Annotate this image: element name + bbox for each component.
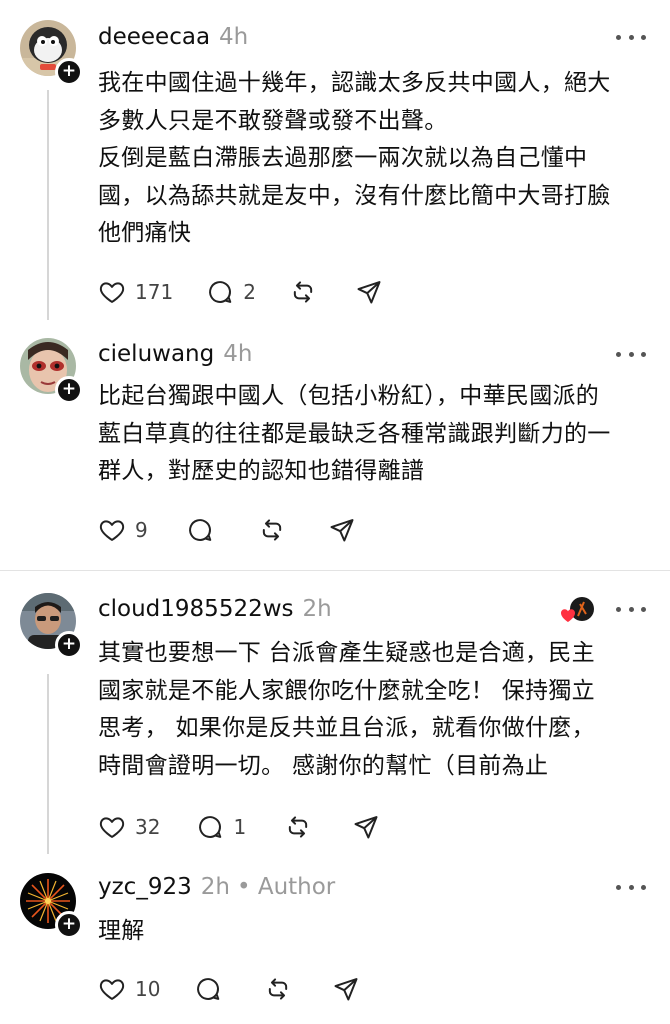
post-text: 比起台獨跟中國人（包括小粉紅），中華民國派的 藍白草真的往往都是最缺乏各種常識跟… [98, 383, 611, 484]
more-options-icon[interactable] [616, 27, 646, 47]
comment-icon [188, 519, 211, 541]
post-cieluwang: + cieluwang 4h 比起台獨跟中國人（包括小粉紅），中華民國派的 藍白… [0, 330, 670, 570]
action-bar: 9 [98, 513, 356, 547]
liked-by-author-badge [559, 595, 595, 625]
share-button[interactable] [355, 275, 383, 309]
follow-plus-icon[interactable]: + [55, 631, 83, 659]
post-header: yzc_923 2h • Author [98, 870, 335, 904]
repost-button[interactable] [289, 275, 317, 309]
reply-button[interactable] [194, 972, 222, 1006]
post-yzc_923: + yzc_923 2h • Author 理解 10 [0, 865, 670, 1024]
comment-icon [197, 978, 220, 1000]
reply-button[interactable]: 1 [196, 810, 246, 844]
like-button[interactable]: 9 [98, 513, 148, 547]
timestamp: 4h [223, 341, 253, 367]
heart-icon [99, 979, 125, 1000]
liked-by-author-heart-icon [561, 597, 594, 622]
like-count: 32 [135, 815, 161, 839]
post-text: 理解 [98, 918, 145, 944]
heart-icon [99, 817, 125, 838]
action-bar: 32 1 [98, 810, 380, 844]
username[interactable]: deeeecaa [98, 24, 210, 50]
send-icon [354, 816, 378, 839]
reply-button[interactable] [186, 513, 214, 547]
share-button[interactable] [352, 810, 380, 844]
like-button[interactable]: 32 [98, 810, 160, 844]
reply-count: 1 [233, 815, 247, 839]
more-options-icon[interactable] [616, 599, 646, 619]
heart-icon [99, 520, 125, 541]
post-text: 其實也要想一下 台派會產生疑惑也是合適，民主 國家就是不能人家餵你吃什麼就全吃！… [98, 640, 595, 779]
repost-button[interactable] [258, 513, 286, 547]
send-icon [334, 978, 358, 1001]
repost-icon [293, 281, 313, 303]
like-count: 171 [135, 280, 174, 304]
post-header: cloud1985522ws 2h [98, 592, 332, 626]
like-button[interactable]: 10 [98, 972, 160, 1006]
username[interactable]: cieluwang [98, 341, 214, 367]
reply-button[interactable]: 2 [206, 275, 256, 309]
author-tag: • Author [236, 874, 336, 900]
like-button[interactable]: 171 [98, 275, 173, 309]
repost-button[interactable] [284, 810, 312, 844]
post-header: deeeecaa 4h [98, 20, 248, 54]
post-text: 我在中國住過十幾年，認識太多反共中國人，絕大 多數人只是不敢發聲或發不出聲。 反… [98, 70, 611, 246]
repost-icon [289, 816, 308, 838]
username[interactable]: cloud1985522ws [98, 596, 294, 622]
heart-icon [99, 282, 125, 303]
timestamp: 4h [219, 24, 249, 50]
post-header: cieluwang 4h [98, 337, 252, 371]
more-options-icon[interactable] [616, 344, 646, 364]
thread-line [47, 90, 49, 320]
like-count: 10 [135, 977, 161, 1001]
timestamp: 2h [302, 596, 332, 622]
like-count: 9 [135, 518, 148, 542]
repost-button[interactable] [264, 972, 292, 1006]
follow-plus-icon[interactable]: + [55, 911, 83, 939]
more-options-icon[interactable] [616, 877, 646, 897]
follow-plus-icon[interactable]: + [55, 58, 83, 86]
comment-icon [209, 281, 232, 303]
post-deeeecaa: + deeeecaa 4h 我在中國住過十幾年，認識太多反共中國人，絕大 多數人… [0, 0, 670, 330]
thread-line [47, 674, 49, 854]
share-button[interactable] [332, 972, 360, 1006]
send-icon [330, 519, 354, 542]
action-bar: 171 2 [98, 275, 383, 309]
username[interactable]: yzc_923 [98, 874, 192, 900]
comment-icon [199, 816, 222, 838]
reply-count: 2 [243, 280, 256, 304]
send-icon [357, 281, 381, 304]
share-button[interactable] [328, 513, 356, 547]
follow-plus-icon[interactable]: + [55, 376, 83, 404]
repost-icon [269, 978, 288, 1000]
timestamp: 2h [200, 874, 230, 900]
repost-icon [262, 519, 281, 541]
action-bar: 10 [98, 972, 360, 1006]
post-cloud1985522ws: + cloud1985522ws 2h 其實也要想一下 台派會產生疑惑也是合適，… [0, 571, 670, 865]
